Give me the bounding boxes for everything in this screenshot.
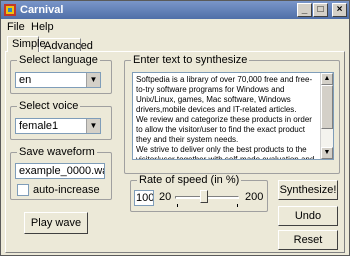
reset-button[interactable]: Reset [278,230,338,250]
tab-simple[interactable]: Simple [7,36,46,52]
auto-increase-label: auto-increase [33,184,100,196]
play-wave-button[interactable]: Play wave [24,212,88,234]
voice-select-value: female1 [19,120,59,132]
slider-tick [177,204,178,207]
maximize-button[interactable]: □ [313,3,328,17]
speed-value-input[interactable]: 100 [134,190,154,206]
language-select[interactable]: en ▼ [15,72,101,88]
scroll-down-icon[interactable]: ▼ [321,147,333,159]
menu-bar: File Help [1,19,349,36]
synth-text-group: Enter text to synthesize Softpedia is a … [124,54,340,174]
scroll-up-icon[interactable]: ▲ [321,73,333,85]
simple-tab-panel: Select language en ▼ Select voice female… [5,51,345,253]
language-group: Select language en ▼ [10,54,112,94]
waveform-group: Save waveform example_0000.wav auto-incr… [10,146,112,200]
language-select-value: en [19,74,32,86]
speed-max-label: 200 [245,191,264,203]
speed-group-label: Rate of speed (in %) [137,174,242,186]
app-icon [4,4,16,16]
text-scrollbar[interactable]: ▲ ▼ [320,73,333,159]
synth-text-group-label: Enter text to synthesize [131,54,250,66]
speed-slider-thumb[interactable] [199,190,208,203]
voice-group-label: Select voice [17,100,81,112]
language-group-label: Select language [17,54,100,66]
synthesize-button[interactable]: Synthesize! [278,180,338,200]
window-title: Carnival [20,4,64,16]
undo-button[interactable]: Undo [278,206,338,226]
minimize-button[interactable]: _ [297,3,312,17]
speed-group: Rate of speed (in %) 100 20 200 [130,174,268,212]
speed-min-label: 20 [159,191,172,203]
app-window: Carnival _ □ × File Help Simple Advanced… [0,0,350,256]
menu-help[interactable]: Help [31,21,54,33]
auto-increase-checkbox[interactable] [17,184,29,196]
slider-tick [237,204,238,207]
menu-file[interactable]: File [7,21,25,33]
voice-group: Select voice female1 ▼ [10,100,112,140]
waveform-group-label: Save waveform [17,146,97,158]
chevron-down-icon[interactable]: ▼ [86,73,100,87]
synth-text-area[interactable]: Softpedia is a library of over 70,000 fr… [132,72,334,160]
synth-text-content: Softpedia is a library of over 70,000 fr… [136,75,315,160]
scroll-thumb[interactable] [321,85,333,129]
waveform-filename-input[interactable]: example_0000.wav [15,163,105,179]
voice-select[interactable]: female1 ▼ [15,118,101,134]
chevron-down-icon[interactable]: ▼ [86,119,100,133]
title-bar[interactable]: Carnival _ □ × [1,1,349,19]
close-button[interactable]: × [332,3,347,17]
